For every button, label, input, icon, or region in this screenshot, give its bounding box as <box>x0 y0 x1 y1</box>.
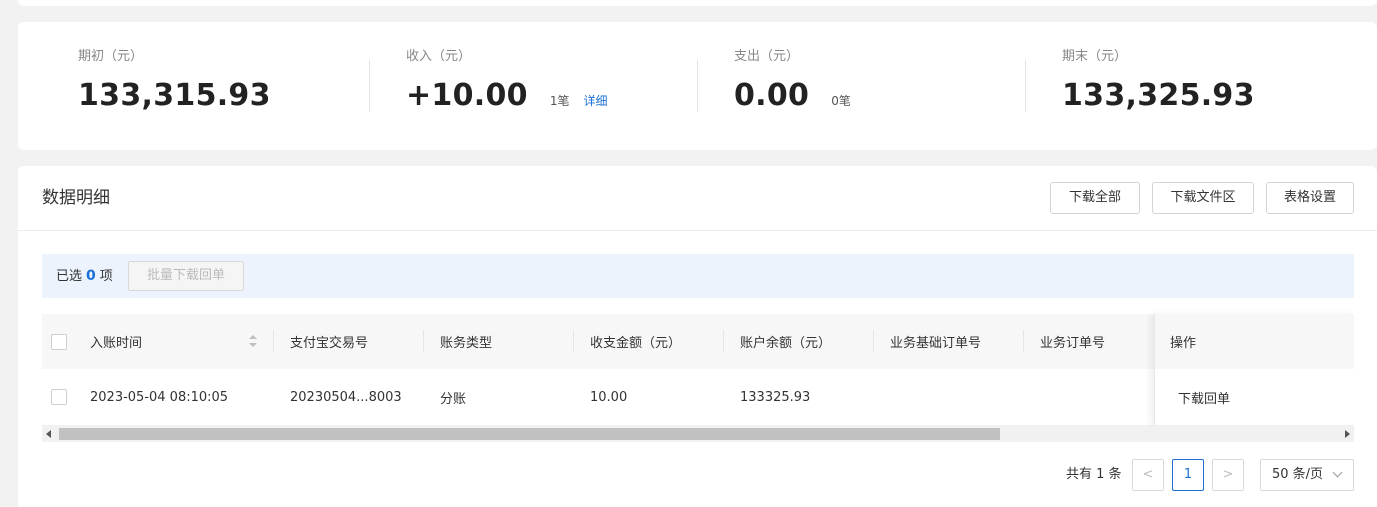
expense-value: 0.00 <box>734 78 810 113</box>
cell-amount: 10.00 <box>590 389 628 405</box>
stat-divider <box>1025 60 1026 112</box>
select-all-checkbox[interactable] <box>51 333 67 350</box>
chevron-down-icon <box>1332 467 1343 478</box>
column-divider <box>273 330 274 352</box>
page-title: 数据明细 <box>42 188 110 208</box>
expense-count: 0笔 <box>831 94 851 108</box>
cell-type: 分账 <box>440 391 467 407</box>
col-header-amount: 收支金额（元） <box>590 336 682 351</box>
column-divider <box>873 330 874 352</box>
download-files-button[interactable]: 下载文件区 <box>1152 182 1254 214</box>
closing-balance-label: 期末（元） <box>1062 49 1128 64</box>
table-settings-button[interactable]: 表格设置 <box>1266 182 1354 214</box>
selection-suffix: 项 <box>99 269 113 284</box>
expense-label: 支出（元） <box>734 49 800 64</box>
page-1-button[interactable]: 1 <box>1172 459 1204 491</box>
col-header-type: 账务类型 <box>440 336 493 351</box>
stat-divider <box>697 60 698 112</box>
stat-divider <box>369 60 370 112</box>
scrollbar-thumb[interactable] <box>59 428 1000 440</box>
sort-icon[interactable] <box>248 334 258 348</box>
download-all-button[interactable]: 下载全部 <box>1050 182 1140 214</box>
top-card-edge <box>18 0 1377 6</box>
col-header-trade-no: 支付宝交易号 <box>290 336 369 351</box>
col-header-balance: 账户余额（元） <box>740 336 832 351</box>
income-value: +10.00 <box>406 78 528 113</box>
selection-prefix: 已选 <box>56 269 83 284</box>
col-header-time[interactable]: 入账时间 <box>90 314 142 369</box>
prev-page-button[interactable]: < <box>1132 459 1164 491</box>
col-header-base-order: 业务基础订单号 <box>890 336 982 351</box>
col-header-order: 业务订单号 <box>1040 336 1106 351</box>
opening-balance-stat: 期初（元） 133,315.93 <box>78 48 271 114</box>
income-label: 收入（元） <box>406 49 472 64</box>
column-divider <box>423 330 424 352</box>
cell-time: 2023-05-04 08:10:05 <box>90 389 229 405</box>
horizontal-scrollbar[interactable] <box>42 426 1354 442</box>
transactions-table: 入账时间 支付宝交易号 账务类型 收支金额（元） 账户余额（元） 业务基础订单号… <box>42 314 1354 426</box>
batch-download-receipt-button[interactable]: 批量下载回单 <box>128 261 244 291</box>
column-divider <box>1023 330 1024 352</box>
expense-stat: 支出（元） 0.00 0笔 <box>734 48 851 114</box>
fixed-action-column <box>1154 314 1354 426</box>
closing-balance-stat: 期末（元） 133,325.93 <box>1062 48 1255 114</box>
cell-trade-no: 20230504...8003 <box>290 389 402 405</box>
pagination-total: 共有 1 条 <box>1066 467 1122 482</box>
next-page-button[interactable]: > <box>1212 459 1244 491</box>
header-divider <box>18 230 1377 231</box>
page-size-value: 50 条/页 <box>1272 467 1324 482</box>
cell-balance: 133325.93 <box>740 389 811 405</box>
summary-card: 期初（元） 133,315.93 收入（元） +10.00 1笔 详细 支出（元… <box>18 22 1377 150</box>
column-divider <box>573 330 574 352</box>
row-checkbox[interactable] <box>51 389 67 405</box>
income-stat: 收入（元） +10.00 1笔 详细 <box>406 48 608 114</box>
scroll-right-icon[interactable] <box>1345 430 1350 438</box>
page-size-select[interactable]: 50 条/页 <box>1260 459 1354 491</box>
column-divider <box>723 330 724 352</box>
closing-balance-value: 133,325.93 <box>1062 78 1255 113</box>
scroll-left-icon[interactable] <box>46 430 51 438</box>
income-detail-link[interactable]: 详细 <box>583 92 607 109</box>
data-detail-card: 数据明细 下载全部 下载文件区 表格设置 已选 0 项 批量下载回单 入账时间 支付… <box>18 166 1377 507</box>
opening-balance-value: 133,315.93 <box>78 78 271 113</box>
income-count: 1笔 <box>549 94 570 108</box>
selection-count: 0 <box>86 268 96 284</box>
selection-summary: 已选 0 项 <box>56 267 113 286</box>
opening-balance-label: 期初（元） <box>78 49 144 64</box>
selection-bar: 已选 0 项 批量下载回单 <box>42 254 1354 298</box>
